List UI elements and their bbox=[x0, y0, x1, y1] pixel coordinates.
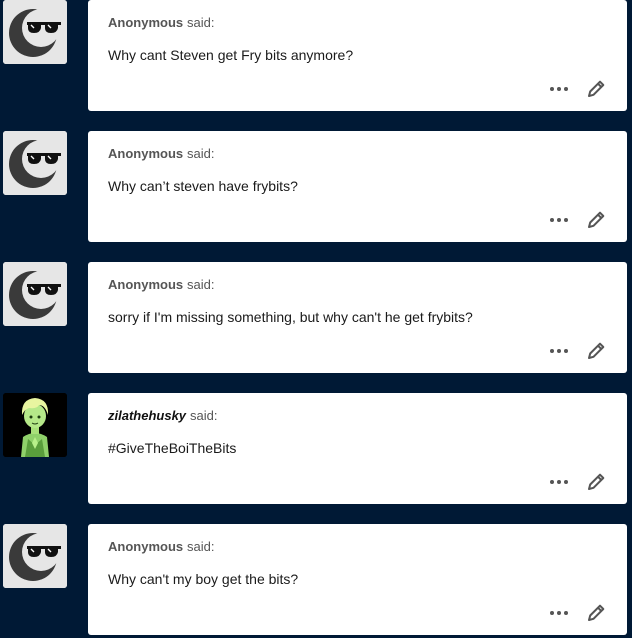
more-options-icon[interactable] bbox=[548, 213, 570, 227]
anonymous-avatar[interactable] bbox=[3, 0, 67, 64]
pencil-edit-icon[interactable] bbox=[585, 471, 607, 493]
more-options-icon[interactable] bbox=[548, 344, 570, 358]
said-label: said: bbox=[187, 539, 215, 554]
ask-card: Anonymous said: sorry if I'm missing som… bbox=[88, 262, 627, 373]
pencil-edit-icon[interactable] bbox=[585, 340, 607, 362]
said-label: said: bbox=[190, 408, 218, 423]
user-avatar[interactable] bbox=[3, 393, 67, 457]
asker-name[interactable]: Anonymous bbox=[108, 539, 183, 554]
more-options-icon[interactable] bbox=[548, 475, 570, 489]
ask-card: Anonymous said: Why can’t steven have fr… bbox=[88, 131, 627, 242]
ask-post: zilathehusky said: #GiveTheBoiTheBits bbox=[0, 393, 632, 504]
ask-card: Anonymous said: Why cant Steven get Fry … bbox=[88, 0, 627, 111]
ask-card: Anonymous said: Why can't my boy get the… bbox=[88, 524, 627, 635]
said-label: said: bbox=[187, 15, 215, 30]
ask-post: Anonymous said: Why cant Steven get Fry … bbox=[0, 0, 632, 111]
pencil-edit-icon[interactable] bbox=[585, 602, 607, 624]
ask-post: Anonymous said: Why can’t steven have fr… bbox=[0, 131, 632, 242]
pencil-edit-icon[interactable] bbox=[585, 209, 607, 231]
anonymous-avatar[interactable] bbox=[3, 524, 67, 588]
question-text: Why can't my boy get the bits? bbox=[108, 571, 299, 587]
sunglasses-moon-icon bbox=[3, 131, 67, 195]
sunglasses-moon-icon bbox=[3, 262, 67, 326]
more-options-icon[interactable] bbox=[548, 606, 570, 620]
question-text: #GiveTheBoiTheBits bbox=[108, 440, 237, 456]
anonymous-avatar[interactable] bbox=[3, 262, 67, 326]
question-text: Why can’t steven have frybits? bbox=[108, 178, 298, 194]
asker-name[interactable]: zilathehusky bbox=[108, 408, 186, 423]
asker-name[interactable]: Anonymous bbox=[108, 146, 183, 161]
ask-card: zilathehusky said: #GiveTheBoiTheBits bbox=[88, 393, 627, 504]
anonymous-avatar[interactable] bbox=[3, 131, 67, 195]
sunglasses-moon-icon bbox=[3, 0, 67, 64]
said-label: said: bbox=[187, 277, 215, 292]
asker-name[interactable]: Anonymous bbox=[108, 277, 183, 292]
question-text: sorry if I'm missing something, but why … bbox=[108, 309, 473, 325]
ask-post: Anonymous said: sorry if I'm missing som… bbox=[0, 262, 632, 373]
said-label: said: bbox=[187, 146, 215, 161]
question-text: Why cant Steven get Fry bits anymore? bbox=[108, 47, 354, 63]
asker-name[interactable]: Anonymous bbox=[108, 15, 183, 30]
green-character-icon bbox=[3, 393, 67, 457]
sunglasses-moon-icon bbox=[3, 524, 67, 588]
more-options-icon[interactable] bbox=[548, 82, 570, 96]
ask-post: Anonymous said: Why can't my boy get the… bbox=[0, 524, 632, 635]
pencil-edit-icon[interactable] bbox=[585, 78, 607, 100]
